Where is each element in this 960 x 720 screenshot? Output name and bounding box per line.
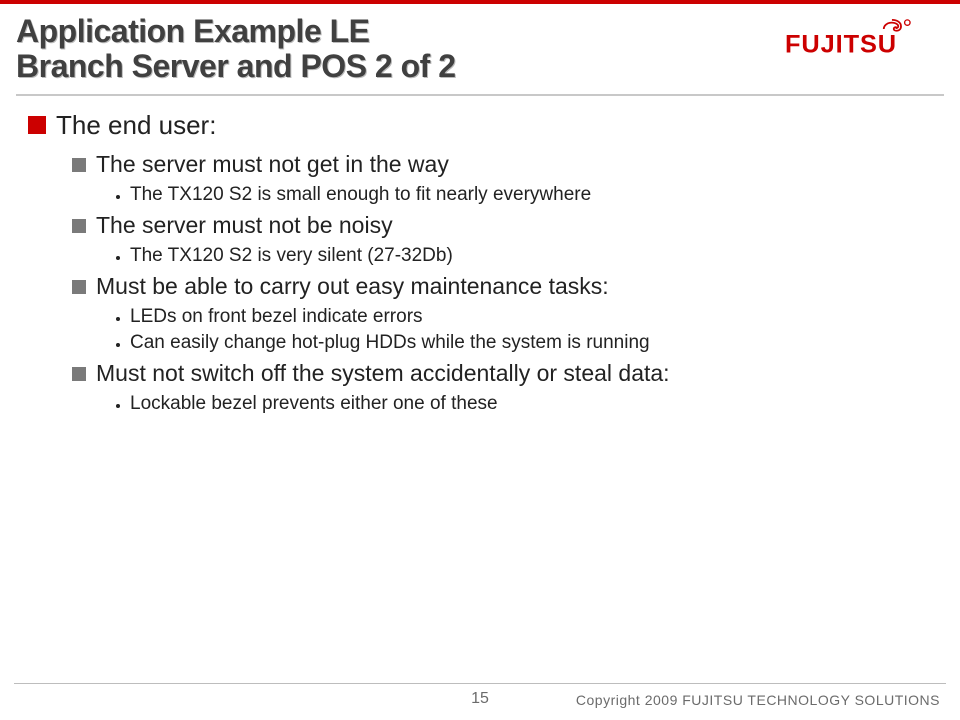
dot-bullet-icon: [116, 195, 120, 199]
top-red-bar: [0, 0, 960, 4]
slide-title: Application Example LE Branch Server and…: [16, 14, 760, 84]
bullet-text: LEDs on front bezel indicate errors: [130, 306, 423, 328]
slide: Application Example LE Branch Server and…: [0, 0, 960, 720]
dot-bullet-icon: [116, 343, 120, 347]
square-bullet-icon: [72, 367, 86, 381]
bullet-text: Must not switch off the system accidenta…: [96, 360, 670, 387]
bullet-text: The server must not be noisy: [96, 212, 393, 239]
dot-bullet-icon: [116, 317, 120, 321]
square-bullet-icon: [28, 116, 46, 134]
bullet-level3: Lockable bezel prevents either one of th…: [116, 393, 930, 415]
bullet-text: The TX120 S2 is small enough to fit near…: [130, 184, 591, 206]
square-bullet-icon: [72, 158, 86, 172]
bullet-level2: The server must not be noisy: [72, 212, 930, 239]
title-line-1: Application Example LE: [16, 14, 760, 49]
svg-text:FUJITSU: FUJITSU: [785, 31, 897, 59]
bullet-text: Can easily change hot-plug HDDs while th…: [130, 332, 650, 354]
title-line-2: Branch Server and POS 2 of 2: [16, 49, 760, 84]
bullet-level2: Must be able to carry out easy maintenan…: [72, 273, 930, 300]
bullet-level3: The TX120 S2 is very silent (27-32Db): [116, 245, 930, 267]
square-bullet-icon: [72, 280, 86, 294]
copyright-text: Copyright 2009 FUJITSU TECHNOLOGY SOLUTI…: [576, 692, 940, 708]
bullet-level3: The TX120 S2 is small enough to fit near…: [116, 184, 930, 206]
page-number: 15: [471, 690, 489, 708]
title-divider: [16, 94, 944, 96]
bullet-level3: Can easily change hot-plug HDDs while th…: [116, 332, 930, 354]
bullet-text: The TX120 S2 is very silent (27-32Db): [130, 245, 453, 267]
bullet-text: Lockable bezel prevents either one of th…: [130, 393, 498, 415]
footer-divider: [14, 683, 946, 684]
content-area: The end user: The server must not get in…: [28, 110, 930, 419]
bullet-text: The end user:: [56, 110, 216, 141]
bullet-text: Must be able to carry out easy maintenan…: [96, 273, 609, 300]
bullet-text: The server must not get in the way: [96, 151, 449, 178]
fujitsu-logo: FUJITSU: [785, 18, 930, 58]
bullet-level1: The end user:: [28, 110, 930, 141]
bullet-level2: Must not switch off the system accidenta…: [72, 360, 930, 387]
square-bullet-icon: [72, 219, 86, 233]
bullet-level3: LEDs on front bezel indicate errors: [116, 306, 930, 328]
bullet-level2: The server must not get in the way: [72, 151, 930, 178]
dot-bullet-icon: [116, 404, 120, 408]
dot-bullet-icon: [116, 256, 120, 260]
